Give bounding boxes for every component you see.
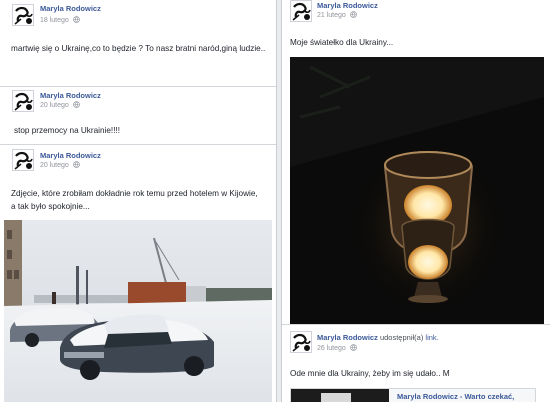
post-text: Ode mnie dla Ukrainy, żeby im się udało.… <box>290 369 450 378</box>
author-avatar[interactable] <box>12 90 34 112</box>
author-avatar[interactable] <box>290 0 312 22</box>
post-photo[interactable] <box>290 57 544 324</box>
shared-link[interactable]: link. <box>425 333 438 342</box>
link-preview-thumbnail <box>291 389 389 402</box>
post-card: Maryla Rodowicz udostępnił(a) link. 26 l… <box>282 324 550 402</box>
globe-icon[interactable] <box>73 161 80 168</box>
author-name[interactable]: Maryla Rodowicz <box>40 91 101 100</box>
candle-photo <box>290 57 544 324</box>
post-text: Zdjęcie, które zrobiłam dokładnie rok te… <box>11 189 258 211</box>
link-preview[interactable]: Maryla Rodowicz - Warto czekać, <box>290 388 536 402</box>
post-date[interactable]: 26 lutego <box>317 345 346 352</box>
post-text: martwię się o Ukrainę,co to będzie ? To … <box>11 44 266 53</box>
author-name[interactable]: Maryla Rodowicz <box>40 151 101 160</box>
post-text: Moje światełko dla Ukrainy... <box>290 38 394 47</box>
post-date[interactable]: 21 lutego <box>317 12 346 19</box>
author-avatar[interactable] <box>12 149 34 171</box>
author-name[interactable]: Maryla Rodowicz <box>317 1 378 10</box>
globe-icon[interactable] <box>350 11 357 18</box>
post-date[interactable]: 20 lutego <box>40 162 69 169</box>
shared-label: udostępnił(a) <box>379 333 424 342</box>
post-card: Maryla Rodowicz 20 lutego Zdjęcie, które… <box>0 144 276 402</box>
post-card: Maryla Rodowicz 20 lutego stop przemocy … <box>0 86 276 144</box>
post-meta: 18 lutego <box>40 16 80 24</box>
post-text: stop przemocy na Ukrainie!!!! <box>14 126 121 135</box>
post-card: Maryla Rodowicz 21 lutego Moje światełko… <box>282 0 550 324</box>
author-avatar[interactable] <box>12 4 34 26</box>
globe-icon[interactable] <box>350 344 357 351</box>
share-header: Maryla Rodowicz udostępnił(a) link. <box>317 333 439 342</box>
author-avatar[interactable] <box>290 331 312 353</box>
post-meta: 21 lutego <box>317 11 357 19</box>
timeline-right-column: Maryla Rodowicz 21 lutego Moje światełko… <box>281 0 550 402</box>
post-date[interactable]: 20 lutego <box>40 102 69 109</box>
link-preview-title[interactable]: Maryla Rodowicz - Warto czekać, <box>397 392 514 401</box>
globe-icon[interactable] <box>73 16 80 23</box>
post-photo[interactable] <box>4 220 272 402</box>
post-meta: 20 lutego <box>40 161 80 169</box>
timeline-left-column: Maryla Rodowicz 18 lutego martwię się o … <box>0 0 277 402</box>
author-name[interactable]: Maryla Rodowicz <box>40 4 101 13</box>
post-card: Maryla Rodowicz 18 lutego martwię się o … <box>0 0 276 86</box>
author-name[interactable]: Maryla Rodowicz <box>317 333 378 342</box>
post-meta: 26 lutego <box>317 344 357 352</box>
globe-icon[interactable] <box>73 101 80 108</box>
snowy-street-photo <box>4 220 272 402</box>
post-date[interactable]: 18 lutego <box>40 17 69 24</box>
post-meta: 20 lutego <box>40 101 80 109</box>
